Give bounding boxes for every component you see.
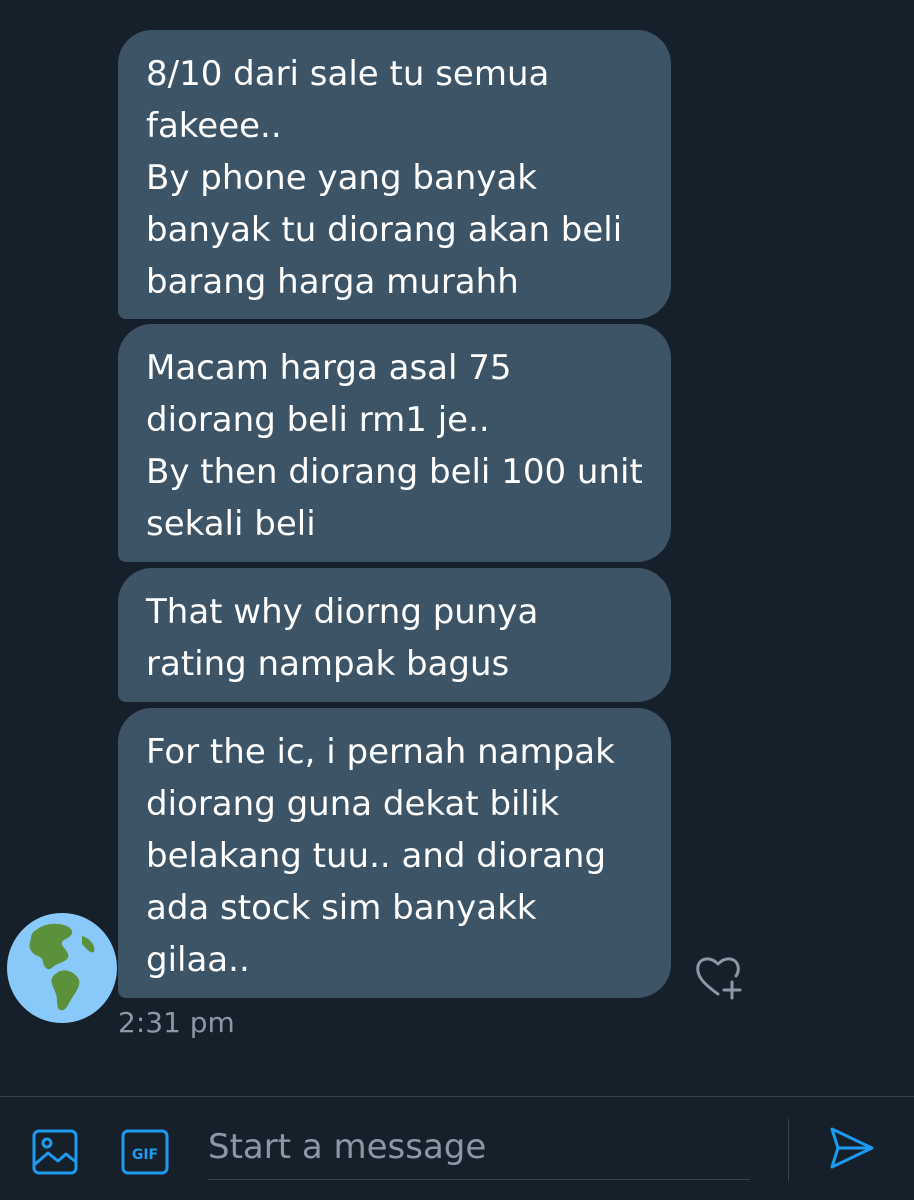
message-bubble[interactable]: That why diorng punya rating nampak bagu… [118, 568, 671, 702]
gif-label: GIF [132, 1147, 158, 1163]
avatar[interactable] [6, 912, 118, 1024]
send-icon [830, 1127, 874, 1169]
message-timestamp: 2:31 pm [118, 1006, 235, 1039]
gif-icon: GIF [121, 1129, 169, 1175]
add-media-button[interactable] [30, 1127, 80, 1177]
message-bubble[interactable]: 8/10 dari sale tu semua fakeee.. By phon… [118, 30, 671, 319]
add-reaction-button[interactable] [690, 948, 746, 1004]
message-composer: GIF [0, 1096, 914, 1200]
add-gif-button[interactable]: GIF [120, 1127, 170, 1177]
composer-divider [788, 1119, 789, 1181]
earth-globe-americas-icon [7, 913, 117, 1023]
heart-plus-icon [696, 957, 742, 1000]
message-bubble[interactable]: Macam harga asal 75 diorang beli rm1 je.… [118, 324, 671, 562]
image-icon [32, 1129, 78, 1175]
send-button[interactable] [826, 1123, 876, 1173]
message-input[interactable] [208, 1115, 750, 1180]
message-bubble[interactable]: For the ic, i pernah nampak diorang guna… [118, 708, 671, 998]
